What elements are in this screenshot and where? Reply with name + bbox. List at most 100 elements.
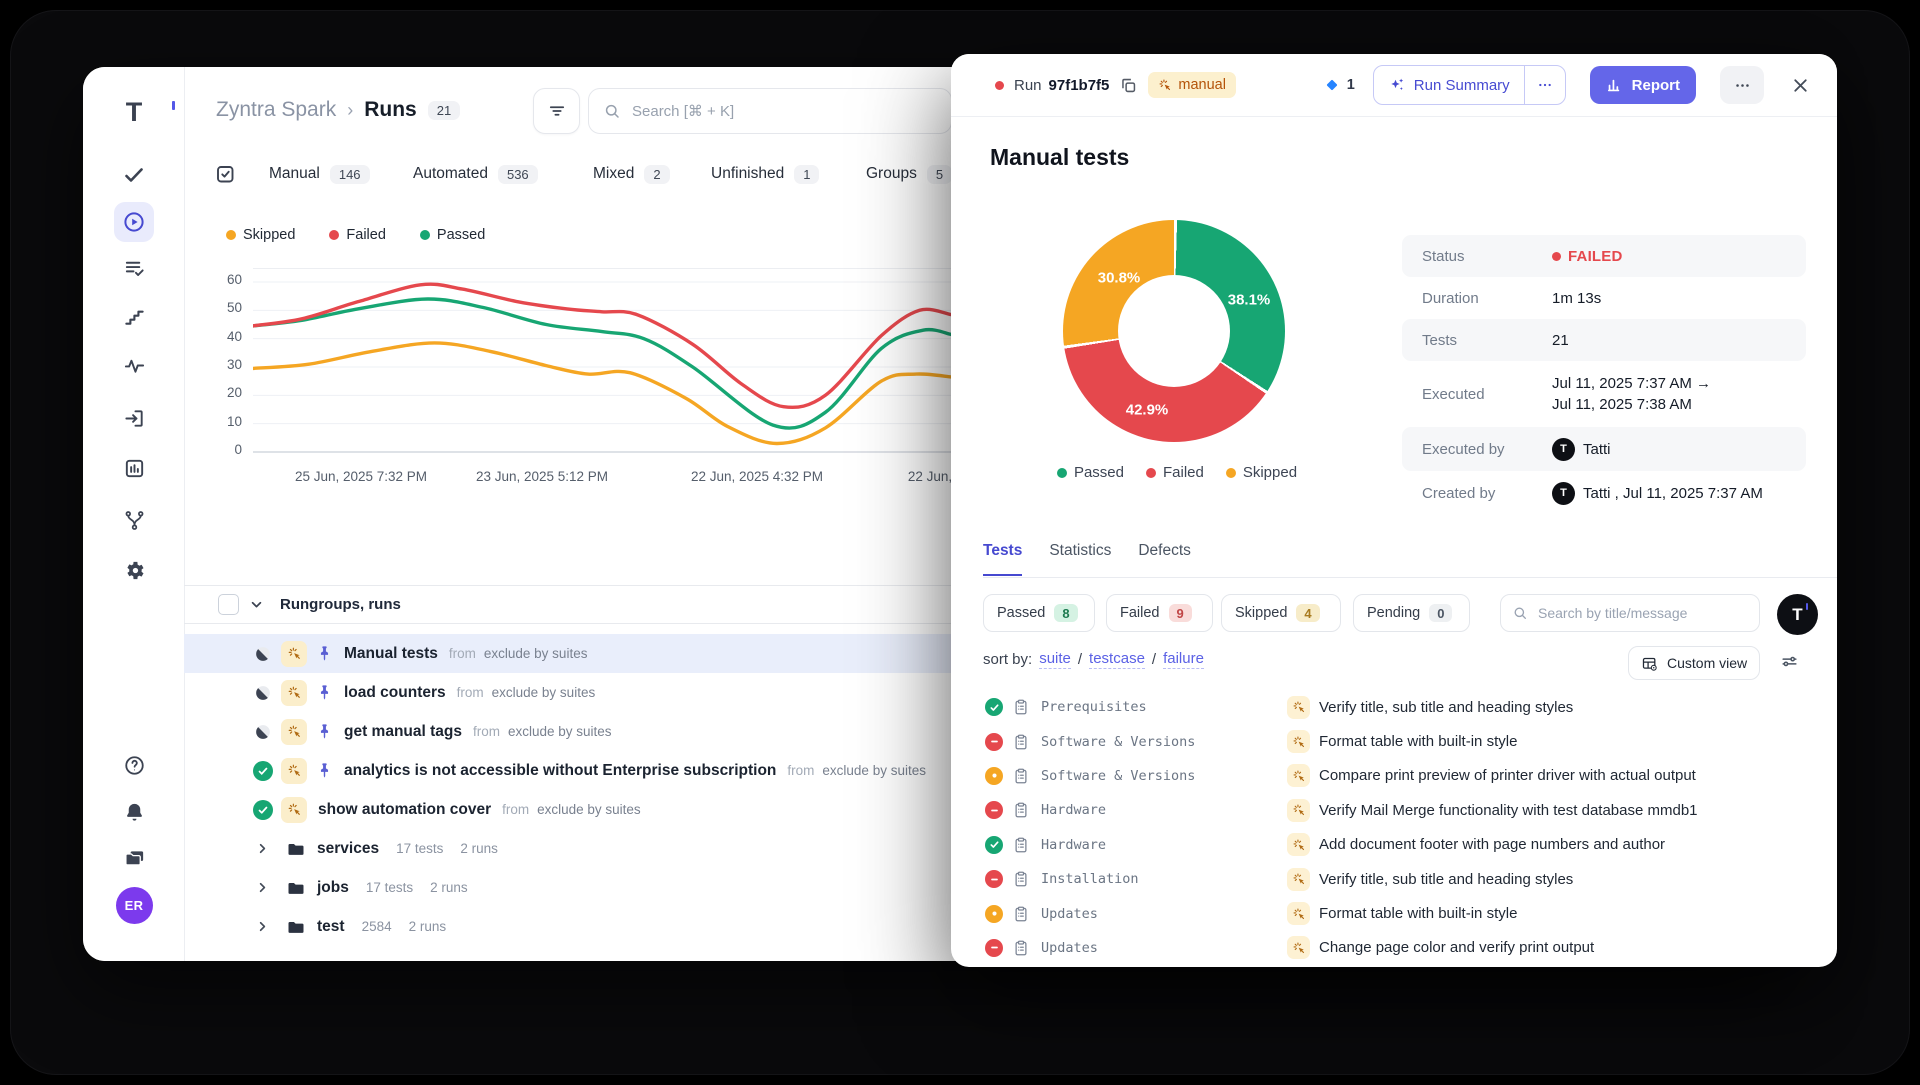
tab-groups[interactable]: Groups5: [866, 160, 952, 188]
legend-item-passed[interactable]: Passed: [420, 227, 485, 243]
linked-issues[interactable]: 1: [1323, 76, 1355, 94]
more-actions-button[interactable]: [1720, 66, 1764, 104]
test-title[interactable]: Verify Mail Merge functionality with tes…: [1319, 802, 1698, 819]
test-title[interactable]: Format table with built-in style: [1319, 905, 1517, 922]
view-settings-icon[interactable]: [1780, 652, 1799, 671]
in-progress-icon: [253, 722, 273, 742]
run-title[interactable]: Manual tests: [344, 645, 438, 663]
test-row[interactable]: Hardware Add document footer with page n…: [951, 828, 1837, 862]
test-row[interactable]: Updates Change page color and verify pri…: [951, 931, 1837, 965]
sidebar-item-runs[interactable]: [114, 202, 154, 242]
filter-chip-pending[interactable]: Pending0: [1353, 594, 1470, 632]
test-title[interactable]: Verify title, sub title and heading styl…: [1319, 871, 1573, 888]
tab-unfinished[interactable]: Unfinished1: [711, 160, 819, 188]
manual-test-icon: [1287, 902, 1310, 925]
skipped-dot: [226, 230, 236, 240]
test-title[interactable]: Add document footer with page numbers an…: [1319, 836, 1665, 853]
tab-defects[interactable]: Defects: [1138, 542, 1191, 576]
run-title[interactable]: show automation cover: [318, 801, 491, 819]
test-title[interactable]: Change page color and verify print outpu…: [1319, 939, 1594, 956]
test-title[interactable]: Format table with built-in style: [1319, 733, 1517, 750]
legend-item-passed[interactable]: Passed: [1057, 464, 1124, 481]
sidebar-item-plans[interactable]: [114, 248, 154, 288]
test-suite[interactable]: Installation: [1041, 871, 1139, 887]
test-suite[interactable]: Hardware: [1041, 802, 1106, 818]
legend-item-failed[interactable]: Failed: [329, 227, 386, 243]
manual-test-icon: [1287, 730, 1310, 753]
filter-chip-failed[interactable]: Failed9: [1106, 594, 1213, 632]
manual-run-icon: [281, 797, 307, 823]
run-summary-more-button[interactable]: [1525, 77, 1565, 93]
run-title[interactable]: get manual tags: [344, 723, 462, 741]
tests-search: [1500, 594, 1760, 632]
close-icon[interactable]: [1790, 75, 1811, 96]
test-title[interactable]: Compare print preview of printer driver …: [1319, 767, 1696, 784]
search-input[interactable]: [630, 102, 937, 121]
folder-name[interactable]: test: [317, 918, 345, 936]
select-all-checkbox[interactable]: [218, 594, 239, 615]
sidebar-item-notifications[interactable]: [114, 792, 154, 832]
breadcrumb-project[interactable]: Zyntra Spark: [216, 98, 336, 122]
test-suite[interactable]: Software & Versions: [1041, 768, 1195, 784]
sidebar-item-reports[interactable]: [114, 448, 154, 488]
filter-lines-icon: [547, 101, 567, 121]
sidebar-item-analytics[interactable]: [114, 345, 154, 385]
select-all-icon[interactable]: [213, 162, 237, 186]
run-summary-button[interactable]: Run Summary: [1373, 65, 1566, 105]
filter-button[interactable]: [533, 88, 580, 134]
tests-search-input[interactable]: [1536, 604, 1748, 622]
sort-link-suite[interactable]: suite: [1039, 650, 1071, 669]
sidebar-item-projects[interactable]: [114, 838, 154, 878]
test-row[interactable]: Installation Verify title, sub title and…: [951, 862, 1837, 896]
test-row[interactable]: Prerequisites Verify title, sub title an…: [951, 690, 1837, 724]
tab-statistics[interactable]: Statistics: [1049, 542, 1111, 576]
chevron-down-icon[interactable]: [248, 596, 265, 613]
results-donut-chart: [1063, 220, 1285, 442]
test-suite[interactable]: Updates: [1041, 940, 1098, 956]
chevron-right-icon[interactable]: [255, 880, 270, 895]
sort-link-testcase[interactable]: testcase: [1089, 650, 1145, 669]
report-button[interactable]: Report: [1590, 66, 1696, 104]
sidebar-item-branches[interactable]: [114, 500, 154, 540]
sidebar-item-settings[interactable]: [114, 550, 154, 590]
filter-chip-passed[interactable]: Passed8: [983, 594, 1095, 632]
test-suite[interactable]: Prerequisites: [1041, 699, 1147, 715]
tab-tests[interactable]: Tests: [983, 542, 1022, 576]
breadcrumb-separator: ›: [347, 100, 353, 121]
sidebar-item-milestones[interactable]: [114, 297, 154, 337]
test-row[interactable]: Hardware Verify Mail Merge functionality…: [951, 793, 1837, 827]
test-title[interactable]: Verify title, sub title and heading styl…: [1319, 699, 1573, 716]
sort-link-failure[interactable]: failure: [1163, 650, 1204, 669]
chevron-right-icon[interactable]: [255, 841, 270, 856]
sidebar-item-import[interactable]: [114, 398, 154, 438]
test-suite[interactable]: Hardware: [1041, 837, 1106, 853]
test-suite[interactable]: Updates: [1041, 906, 1098, 922]
test-row[interactable]: Software & Versions Compare print previe…: [951, 759, 1837, 793]
test-row[interactable]: [951, 965, 1837, 967]
test-suite[interactable]: Software & Versions: [1041, 734, 1195, 750]
test-row[interactable]: Software & Versions Format table with bu…: [951, 724, 1837, 758]
run-title[interactable]: analytics is not accessible without Ente…: [344, 762, 776, 780]
folder-name[interactable]: jobs: [317, 879, 349, 897]
filter-chip-skipped[interactable]: Skipped4: [1221, 594, 1341, 632]
folder-name[interactable]: services: [317, 840, 379, 858]
user-avatar[interactable]: ER: [114, 885, 154, 925]
legend-item-failed[interactable]: Failed: [1146, 464, 1204, 481]
chevron-right-icon[interactable]: [255, 919, 270, 934]
run-title[interactable]: load counters: [344, 684, 446, 702]
folder-runs-count: 2 runs: [460, 841, 498, 856]
tab-automated[interactable]: Automated536: [413, 160, 538, 188]
legend-item-skipped[interactable]: Skipped: [1226, 464, 1297, 481]
custom-view-button[interactable]: Custom view: [1628, 646, 1760, 680]
sidebar-item-help[interactable]: [114, 745, 154, 785]
tab-manual[interactable]: Manual146: [269, 160, 370, 188]
brand-avatar[interactable]: T: [1777, 594, 1818, 635]
legend-item-skipped[interactable]: Skipped: [226, 227, 295, 243]
chip-count: 8: [1054, 604, 1077, 622]
passed-icon: [253, 761, 273, 781]
copy-icon[interactable]: [1119, 76, 1138, 95]
test-row[interactable]: Updates Format table with built-in style: [951, 896, 1837, 930]
app-logo[interactable]: T: [114, 92, 154, 132]
sidebar-item-tests[interactable]: [114, 155, 154, 195]
tab-mixed[interactable]: Mixed2: [593, 160, 670, 188]
